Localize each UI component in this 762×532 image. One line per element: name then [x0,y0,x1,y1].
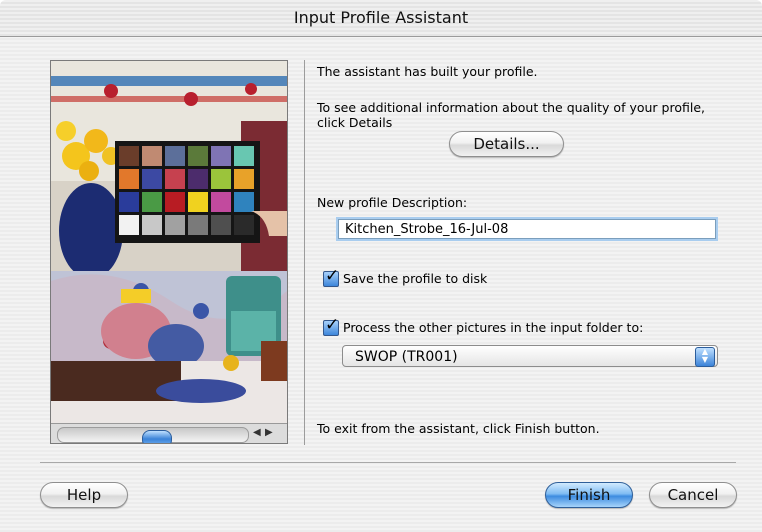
checkmark-icon: ✓ [325,315,340,335]
popup-updown-arrows-icon: ▲ ▼ [695,347,715,367]
title-bar[interactable]: Input Profile Assistant [0,0,762,37]
color-swatch [142,146,162,166]
details-info-line1: To see additional information about the … [317,100,705,115]
horizontal-divider [40,462,736,463]
color-swatch [188,146,208,166]
details-button[interactable]: Details... [449,131,564,157]
finish-button[interactable]: Finish [545,482,633,508]
color-swatch [234,215,254,235]
preview-horizontal-scrollbar[interactable]: ◀ ▶ [51,423,287,443]
color-swatch [188,169,208,189]
save-profile-checkbox[interactable]: ✓ [323,266,339,287]
color-swatch [188,215,208,235]
process-pictures-checkbox[interactable]: ✓ [323,315,339,336]
color-swatch [211,192,231,212]
scroll-right-arrow-icon[interactable]: ▶ [265,427,273,438]
details-info-line2: click Details [317,115,393,130]
assistant-window: Input Profile Assistant ◀ ▶ The assistan… [0,0,762,532]
cancel-button[interactable]: Cancel [649,482,737,508]
color-swatch [211,215,231,235]
help-button[interactable]: Help [40,482,128,508]
process-pictures-label[interactable]: Process the other pictures in the input … [343,320,643,335]
vertical-divider [304,60,305,445]
color-swatch [165,169,185,189]
color-swatch [142,192,162,212]
checkmark-icon: ✓ [325,266,340,286]
save-profile-label[interactable]: Save the profile to disk [343,271,487,286]
color-swatch [119,146,139,166]
color-swatch [165,192,185,212]
color-swatch [142,169,162,189]
color-swatch [234,169,254,189]
scroll-arrows[interactable]: ◀ ▶ [249,425,285,443]
scroll-thumb[interactable] [142,430,172,443]
window-title: Input Profile Assistant [293,8,469,27]
scroll-left-arrow-icon[interactable]: ◀ [253,427,261,438]
profile-image-preview: ◀ ▶ [50,60,288,444]
exit-message: To exit from the assistant, click Finish… [317,421,600,436]
color-swatch [142,215,162,235]
color-swatch [119,192,139,212]
description-label: New profile Description: [317,195,468,210]
color-swatch [188,192,208,212]
color-swatch [234,146,254,166]
color-swatch [119,169,139,189]
profile-description-field[interactable]: Kitchen_Strobe_16-Jul-08 [338,219,716,239]
color-swatch [165,215,185,235]
color-swatch [165,146,185,166]
color-checker-chart [115,141,260,243]
color-swatch [119,215,139,235]
output-profile-select[interactable]: SWOP (TR001) ▲ ▼ [342,345,718,367]
color-swatch [211,146,231,166]
color-swatch [234,192,254,212]
color-swatch [211,169,231,189]
output-profile-value: SWOP (TR001) [355,349,458,365]
scroll-track[interactable] [57,427,249,443]
target-photo [51,61,287,423]
built-message: The assistant has built your profile. [317,64,538,79]
